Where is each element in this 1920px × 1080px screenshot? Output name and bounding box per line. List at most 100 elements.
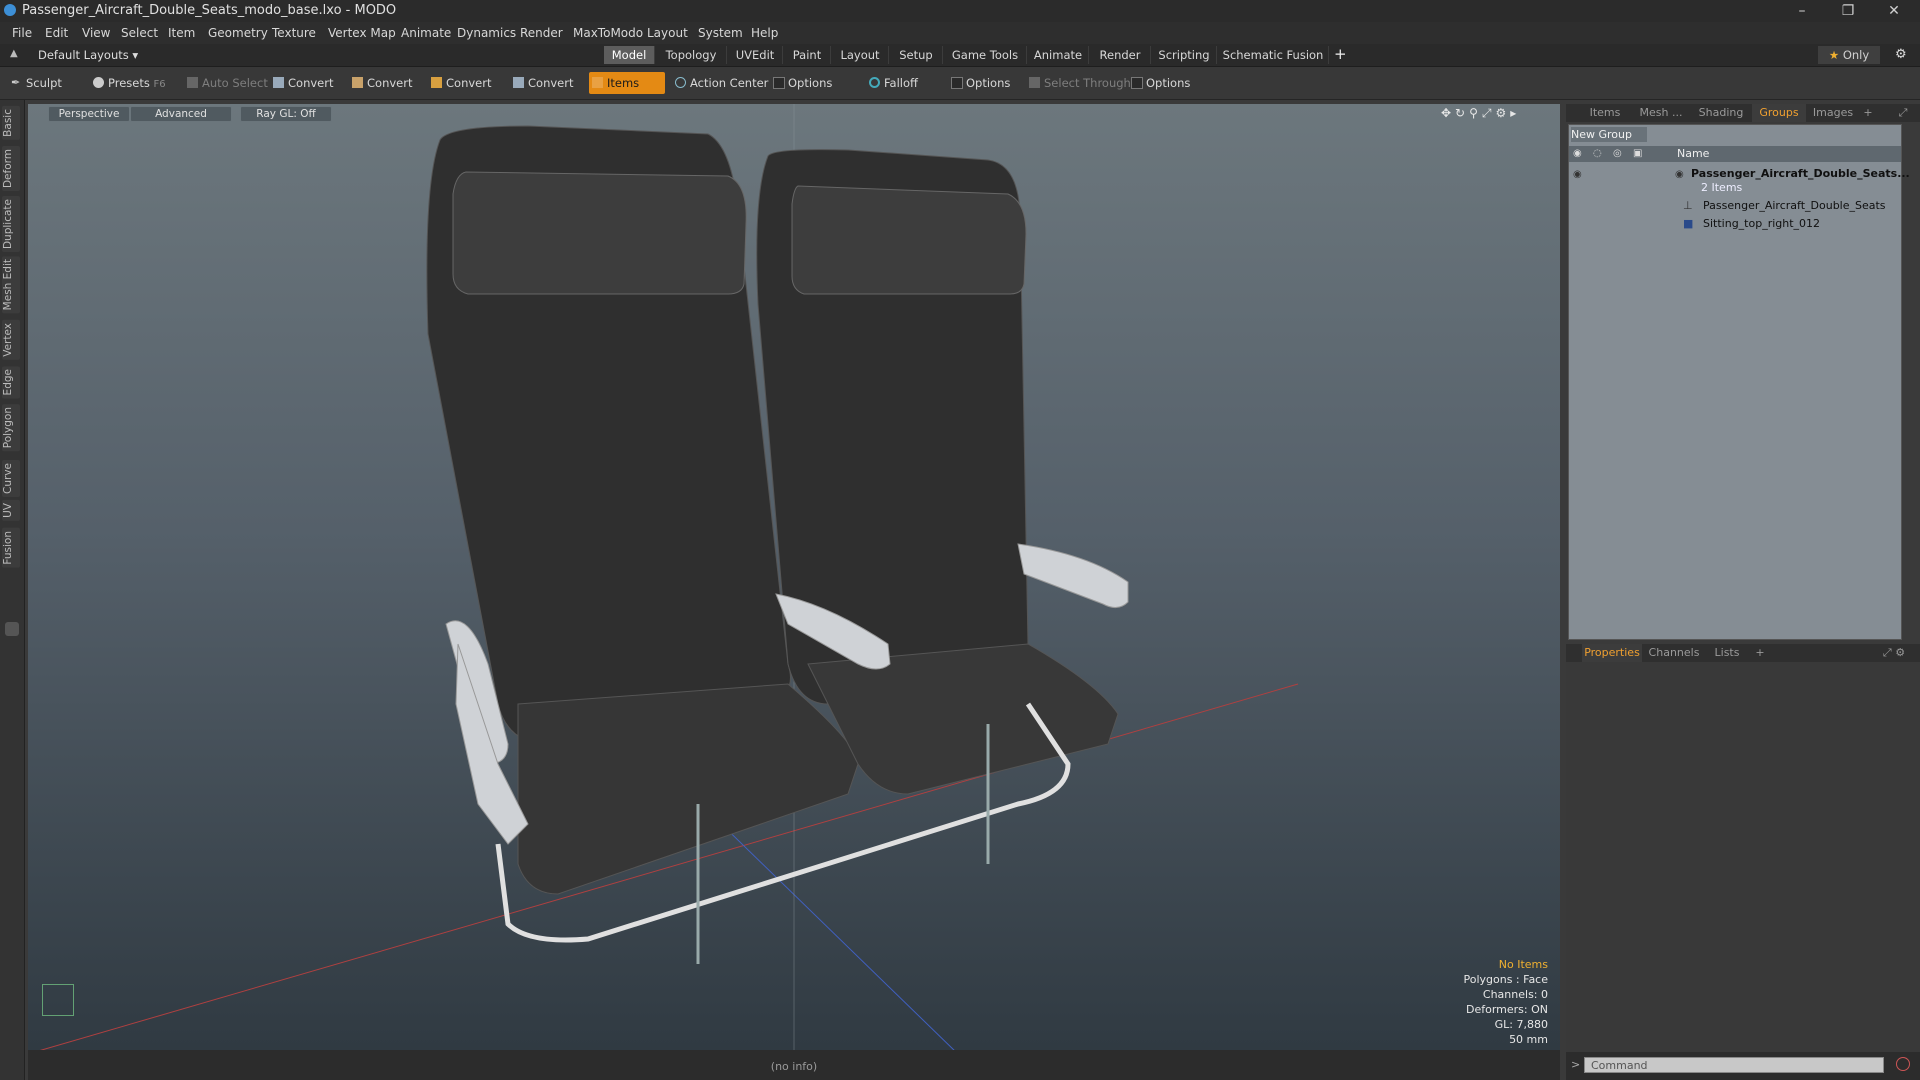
- tab-mesh[interactable]: Mesh ...: [1632, 104, 1690, 122]
- add-layout-tab-button[interactable]: +: [1334, 45, 1347, 63]
- vtab-vertex[interactable]: Vertex: [2, 320, 20, 360]
- menu-select[interactable]: Select: [121, 26, 158, 40]
- tab-game-tools[interactable]: Game Tools: [944, 46, 1027, 64]
- 3d-viewport[interactable]: Perspective Advanced Ray GL: Off ✥↻⚲⤢⚙▸ …: [28, 104, 1560, 1050]
- vtab-polygon[interactable]: Polygon: [2, 404, 20, 452]
- menu-item[interactable]: Item: [168, 26, 195, 40]
- maximize-button[interactable]: ❐: [1826, 0, 1870, 22]
- toolbar: ✒ Sculpt Presets F6 Auto Select Convert C…: [0, 67, 1920, 100]
- vtab-basic[interactable]: Basic: [2, 106, 20, 140]
- layout-tabs-bar: ▲ Default Layouts ▾ Model Topology UVEdi…: [0, 44, 1920, 67]
- menu-view[interactable]: View: [82, 26, 110, 40]
- locator-icon: ⊥: [1683, 199, 1693, 212]
- auto-select-button[interactable]: Auto Select: [184, 72, 268, 94]
- tab-properties[interactable]: Properties: [1582, 644, 1642, 662]
- left-tool-tabs: Basic Deform Duplicate Mesh Edit Vertex …: [0, 100, 25, 1080]
- tab-items[interactable]: Items: [1580, 104, 1630, 122]
- layout-dropdown-label: Default Layouts: [38, 48, 129, 62]
- action-center-button[interactable]: Action Center: [672, 72, 768, 94]
- options-button-3[interactable]: Options: [1128, 72, 1204, 94]
- menu-file[interactable]: File: [12, 26, 32, 40]
- menu-maxtomodo[interactable]: MaxToModo: [573, 26, 643, 40]
- presets-label: Presets: [108, 76, 150, 90]
- menu-edit[interactable]: Edit: [45, 26, 68, 40]
- select-through-button[interactable]: Select Through: [1026, 72, 1131, 94]
- tab-scripting[interactable]: Scripting: [1152, 46, 1217, 64]
- options-button-1[interactable]: Options: [770, 72, 854, 94]
- tab-model[interactable]: Model: [604, 46, 655, 64]
- groups-panel: New Group ◉ ◌ ◎ ▣ Name ◉ ◉ Passenger_Air…: [1568, 124, 1910, 640]
- tab-shading[interactable]: Shading: [1692, 104, 1750, 122]
- tab-topology[interactable]: Topology: [656, 46, 727, 64]
- menu-geometry[interactable]: Geometry: [208, 26, 268, 40]
- lock-col-icon[interactable]: ◎: [1613, 148, 1625, 160]
- vtab-curve[interactable]: Curve: [2, 460, 20, 497]
- options-button-2[interactable]: Options: [948, 72, 1024, 94]
- list-item[interactable]: ⊥ Passenger_Aircraft_Double_Seats: [1569, 197, 1901, 215]
- layout-dropdown[interactable]: Default Layouts ▾: [38, 48, 138, 62]
- tab-uvedit[interactable]: UVEdit: [728, 46, 783, 64]
- tab-groups[interactable]: Groups: [1752, 104, 1806, 122]
- expand-icon[interactable]: ⤢: [1890, 104, 1916, 122]
- vtab-duplicate[interactable]: Duplicate: [2, 196, 20, 253]
- menu-system[interactable]: System: [698, 26, 743, 40]
- convert-button-4[interactable]: Convert: [510, 72, 582, 94]
- tab-setup[interactable]: Setup: [890, 46, 943, 64]
- tab-schematic-fusion[interactable]: Schematic Fusion: [1218, 46, 1329, 64]
- panel-options-icon[interactable]: ⤢ ⚙: [1872, 644, 1916, 662]
- add-tab-button[interactable]: +: [1752, 644, 1768, 662]
- convert-icon: [352, 77, 363, 88]
- tool-palette-icon[interactable]: [5, 622, 19, 636]
- menu-render[interactable]: Render: [520, 26, 563, 40]
- falloff-button[interactable]: Falloff: [866, 72, 944, 94]
- menu-help[interactable]: Help: [751, 26, 778, 40]
- convert-button-3[interactable]: Convert: [428, 72, 500, 94]
- menu-texture[interactable]: Texture: [272, 26, 316, 40]
- items-mode-button[interactable]: Items: [589, 72, 665, 94]
- vtab-edge[interactable]: Edge: [2, 366, 20, 399]
- command-history-icon[interactable]: [1896, 1057, 1910, 1071]
- convert-icon: [431, 77, 442, 88]
- list-item[interactable]: ■ Sitting_top_right_012: [1569, 215, 1901, 233]
- menu-vertex-map[interactable]: Vertex Map: [328, 26, 396, 40]
- group-count-row: 2 Items: [1569, 180, 1901, 198]
- sculpt-button[interactable]: ✒ Sculpt: [8, 72, 88, 94]
- convert-button-1[interactable]: Convert: [270, 72, 342, 94]
- tab-animate[interactable]: Animate: [1028, 46, 1089, 64]
- eye-icon[interactable]: ◉: [1573, 169, 1582, 180]
- presets-button[interactable]: Presets F6: [90, 72, 170, 94]
- vtab-uv[interactable]: UV: [2, 500, 20, 521]
- vtab-deform[interactable]: Deform: [2, 146, 20, 192]
- close-button[interactable]: ✕: [1872, 0, 1916, 22]
- select-col-icon[interactable]: ▣: [1633, 148, 1645, 160]
- group-icon: ◉: [1675, 169, 1684, 180]
- options-label: Options: [966, 76, 1011, 90]
- options-label: Options: [788, 76, 833, 90]
- tab-layout[interactable]: Layout: [832, 46, 889, 64]
- menu-layout[interactable]: Layout: [647, 26, 688, 40]
- vtab-fusion[interactable]: Fusion: [2, 528, 20, 568]
- tab-images[interactable]: Images: [1808, 104, 1858, 122]
- new-group-button[interactable]: New Group: [1571, 127, 1647, 142]
- options-checkbox: [1131, 77, 1143, 89]
- status-text: (no info): [770, 1060, 818, 1073]
- menu-dynamics[interactable]: Dynamics: [457, 26, 516, 40]
- tab-channels[interactable]: Channels: [1646, 644, 1702, 662]
- menu-animate[interactable]: Animate: [401, 26, 451, 40]
- vtab-mesh-edit[interactable]: Mesh Edit: [2, 256, 20, 314]
- only-toggle[interactable]: ★ Only: [1818, 46, 1880, 64]
- render-col-icon[interactable]: ◌: [1593, 148, 1605, 160]
- visibility-col-icon[interactable]: ◉: [1573, 148, 1585, 160]
- tab-paint[interactable]: Paint: [784, 46, 831, 64]
- convert-button-2[interactable]: Convert: [349, 72, 421, 94]
- tab-lists[interactable]: Lists: [1706, 644, 1748, 662]
- layout-collapse-icon[interactable]: ▲: [10, 48, 18, 59]
- add-tab-button[interactable]: +: [1860, 104, 1876, 122]
- minimize-button[interactable]: –: [1780, 0, 1824, 22]
- list-item-label: Passenger_Aircraft_Double_Seats: [1703, 199, 1886, 212]
- gear-icon[interactable]: ⚙: [1895, 47, 1907, 62]
- command-prompt: >: [1571, 1058, 1581, 1071]
- right-panel-tabs: Items Mesh ... Shading Groups Images + ⤢: [1566, 104, 1920, 122]
- command-input[interactable]: Command: [1584, 1057, 1884, 1073]
- tab-render[interactable]: Render: [1090, 46, 1151, 64]
